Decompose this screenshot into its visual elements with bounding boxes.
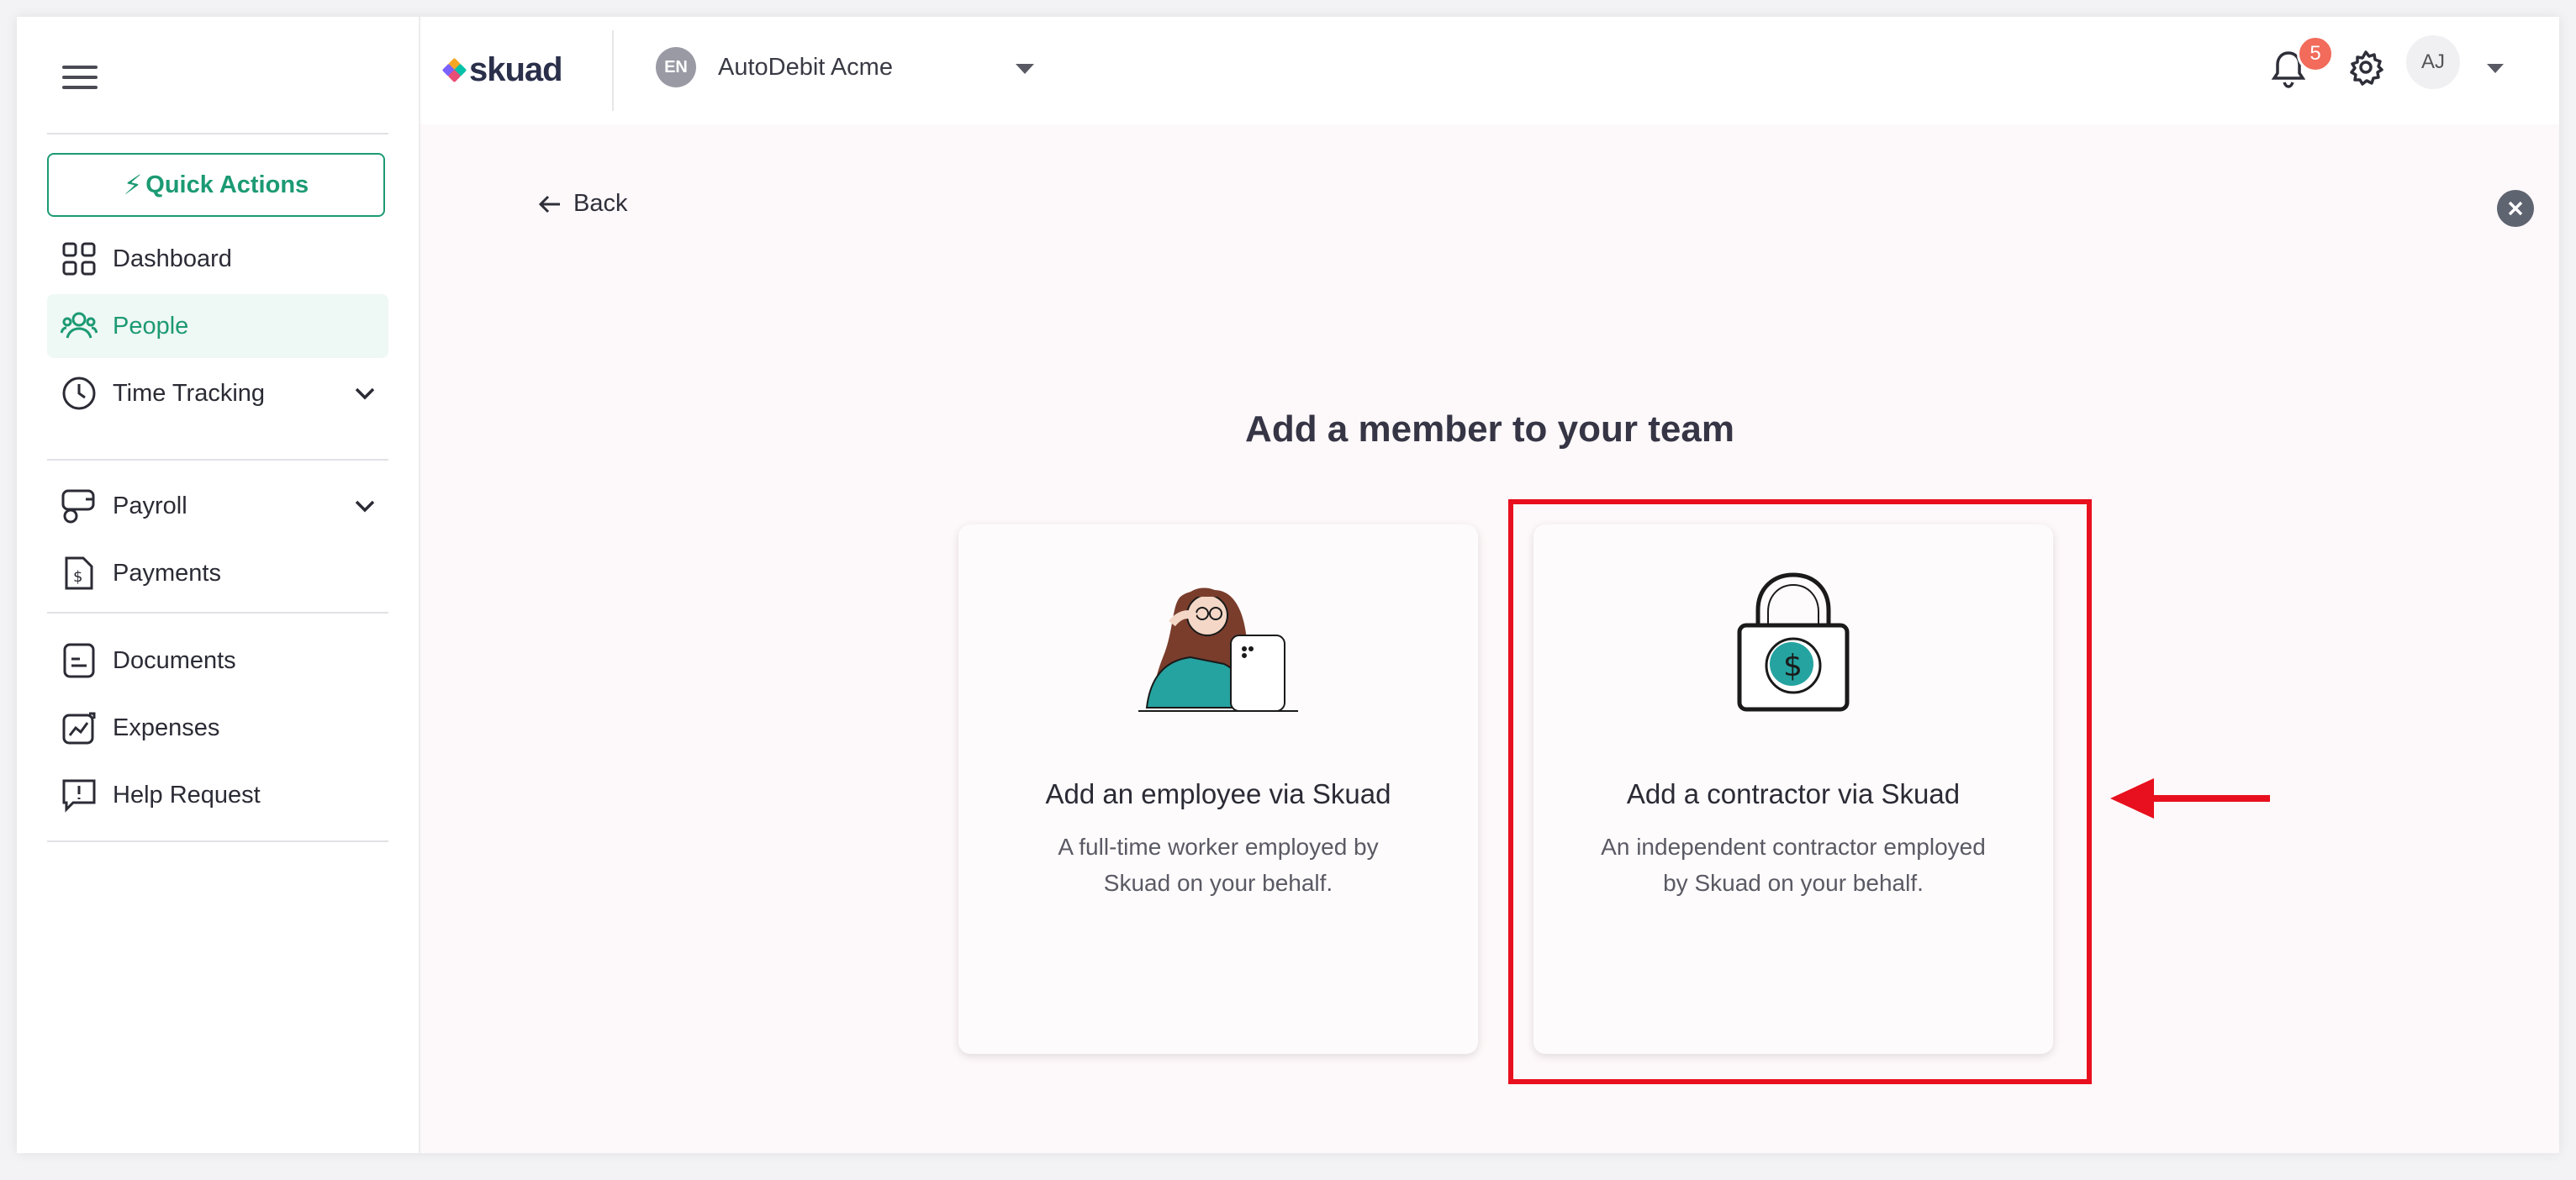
card-description: An independent contractor employed by Sk… — [1601, 834, 1986, 896]
sidebar-item-dashboard[interactable]: Dashboard — [47, 227, 388, 291]
employee-illustration — [958, 572, 1478, 714]
header-divider — [612, 30, 614, 111]
sidebar-item-label: Time Tracking — [113, 379, 266, 407]
dashboard-icon — [61, 240, 98, 277]
close-icon[interactable] — [2497, 190, 2534, 227]
card-title: Add an employee via Skuad — [1045, 778, 1391, 809]
svg-text:$: $ — [73, 568, 82, 586]
people-icon — [61, 308, 98, 345]
quick-actions-button[interactable]: ⚡ Quick Actions — [47, 153, 385, 217]
padlock-dollar-icon: $ — [1533, 572, 2053, 714]
gear-icon[interactable] — [2347, 49, 2386, 87]
sidebar-item-label: Payments — [113, 559, 221, 587]
sidebar-item-people[interactable]: People — [47, 294, 388, 358]
back-button[interactable]: Back — [538, 190, 627, 218]
quick-actions-label: Quick Actions — [145, 171, 309, 198]
payments-icon: $ — [61, 555, 98, 592]
sidebar-item-label: Expenses — [113, 714, 220, 741]
sidebar-item-label: Documents — [113, 646, 236, 674]
page-title: Add a member to your team — [1245, 408, 1734, 450]
sidebar-item-payments[interactable]: $ Payments — [47, 541, 388, 605]
sidebar-divider — [47, 612, 388, 614]
org-badge: EN — [656, 47, 696, 87]
chevron-down-icon[interactable] — [348, 489, 382, 523]
main-content: Back Add a member to your team Add an em… — [420, 124, 2559, 1153]
skuad-logo[interactable]: skuad — [441, 49, 563, 91]
svg-text:$: $ — [1783, 649, 1803, 683]
lightning-icon: ⚡ — [123, 170, 143, 200]
notification-badge: 5 — [2297, 35, 2334, 72]
sidebar-divider — [47, 133, 388, 134]
caret-down-icon[interactable] — [1016, 64, 1034, 74]
app-window: ⚡ Quick Actions Dashboard People Time Tr… — [17, 17, 2559, 1153]
documents-icon — [61, 642, 98, 679]
arrow-left-annotation-icon — [2102, 773, 2270, 828]
sidebar-item-label: Payroll — [113, 492, 187, 519]
chevron-down-icon[interactable] — [348, 377, 382, 410]
arrow-left-icon — [538, 195, 560, 213]
logo-mark-icon — [441, 57, 467, 83]
sidebar-item-documents[interactable]: Documents — [47, 629, 388, 693]
menu-icon[interactable] — [62, 66, 98, 96]
clock-icon — [61, 375, 98, 412]
sidebar-item-label: Help Request — [113, 781, 261, 809]
sidebar-item-payroll[interactable]: Payroll — [47, 474, 388, 538]
card-description: A full-time worker employed by Skuad on … — [1058, 834, 1379, 896]
payroll-icon — [61, 487, 98, 524]
logo-text: skuad — [469, 50, 563, 88]
sidebar-item-time-tracking[interactable]: Time Tracking — [47, 361, 388, 425]
avatar[interactable]: AJ — [2406, 35, 2460, 89]
sidebar-divider — [47, 840, 388, 842]
sidebar-item-expenses[interactable]: Expenses — [47, 696, 388, 760]
card-title: Add a contractor via Skuad — [1626, 778, 1961, 809]
caret-down-icon[interactable] — [2487, 64, 2504, 73]
back-label: Back — [573, 190, 628, 217]
sidebar-item-help-request[interactable]: Help Request — [47, 763, 388, 827]
sidebar-item-label: Dashboard — [113, 245, 232, 272]
add-employee-card[interactable]: Add an employee via Skuad A full-time wo… — [958, 524, 1478, 1054]
sidebar-item-label: People — [113, 312, 189, 340]
sidebar-divider — [47, 459, 388, 461]
org-selector[interactable]: AutoDebit Acme — [718, 54, 893, 82]
sidebar: ⚡ Quick Actions Dashboard People Time Tr… — [17, 17, 420, 1153]
help-request-icon — [61, 777, 98, 814]
expenses-icon — [61, 709, 98, 746]
top-header: skuad EN AutoDebit Acme 5 AJ — [420, 17, 2559, 124]
add-contractor-card[interactable]: $ Add a contractor via Skuad An independ… — [1533, 524, 2053, 1054]
